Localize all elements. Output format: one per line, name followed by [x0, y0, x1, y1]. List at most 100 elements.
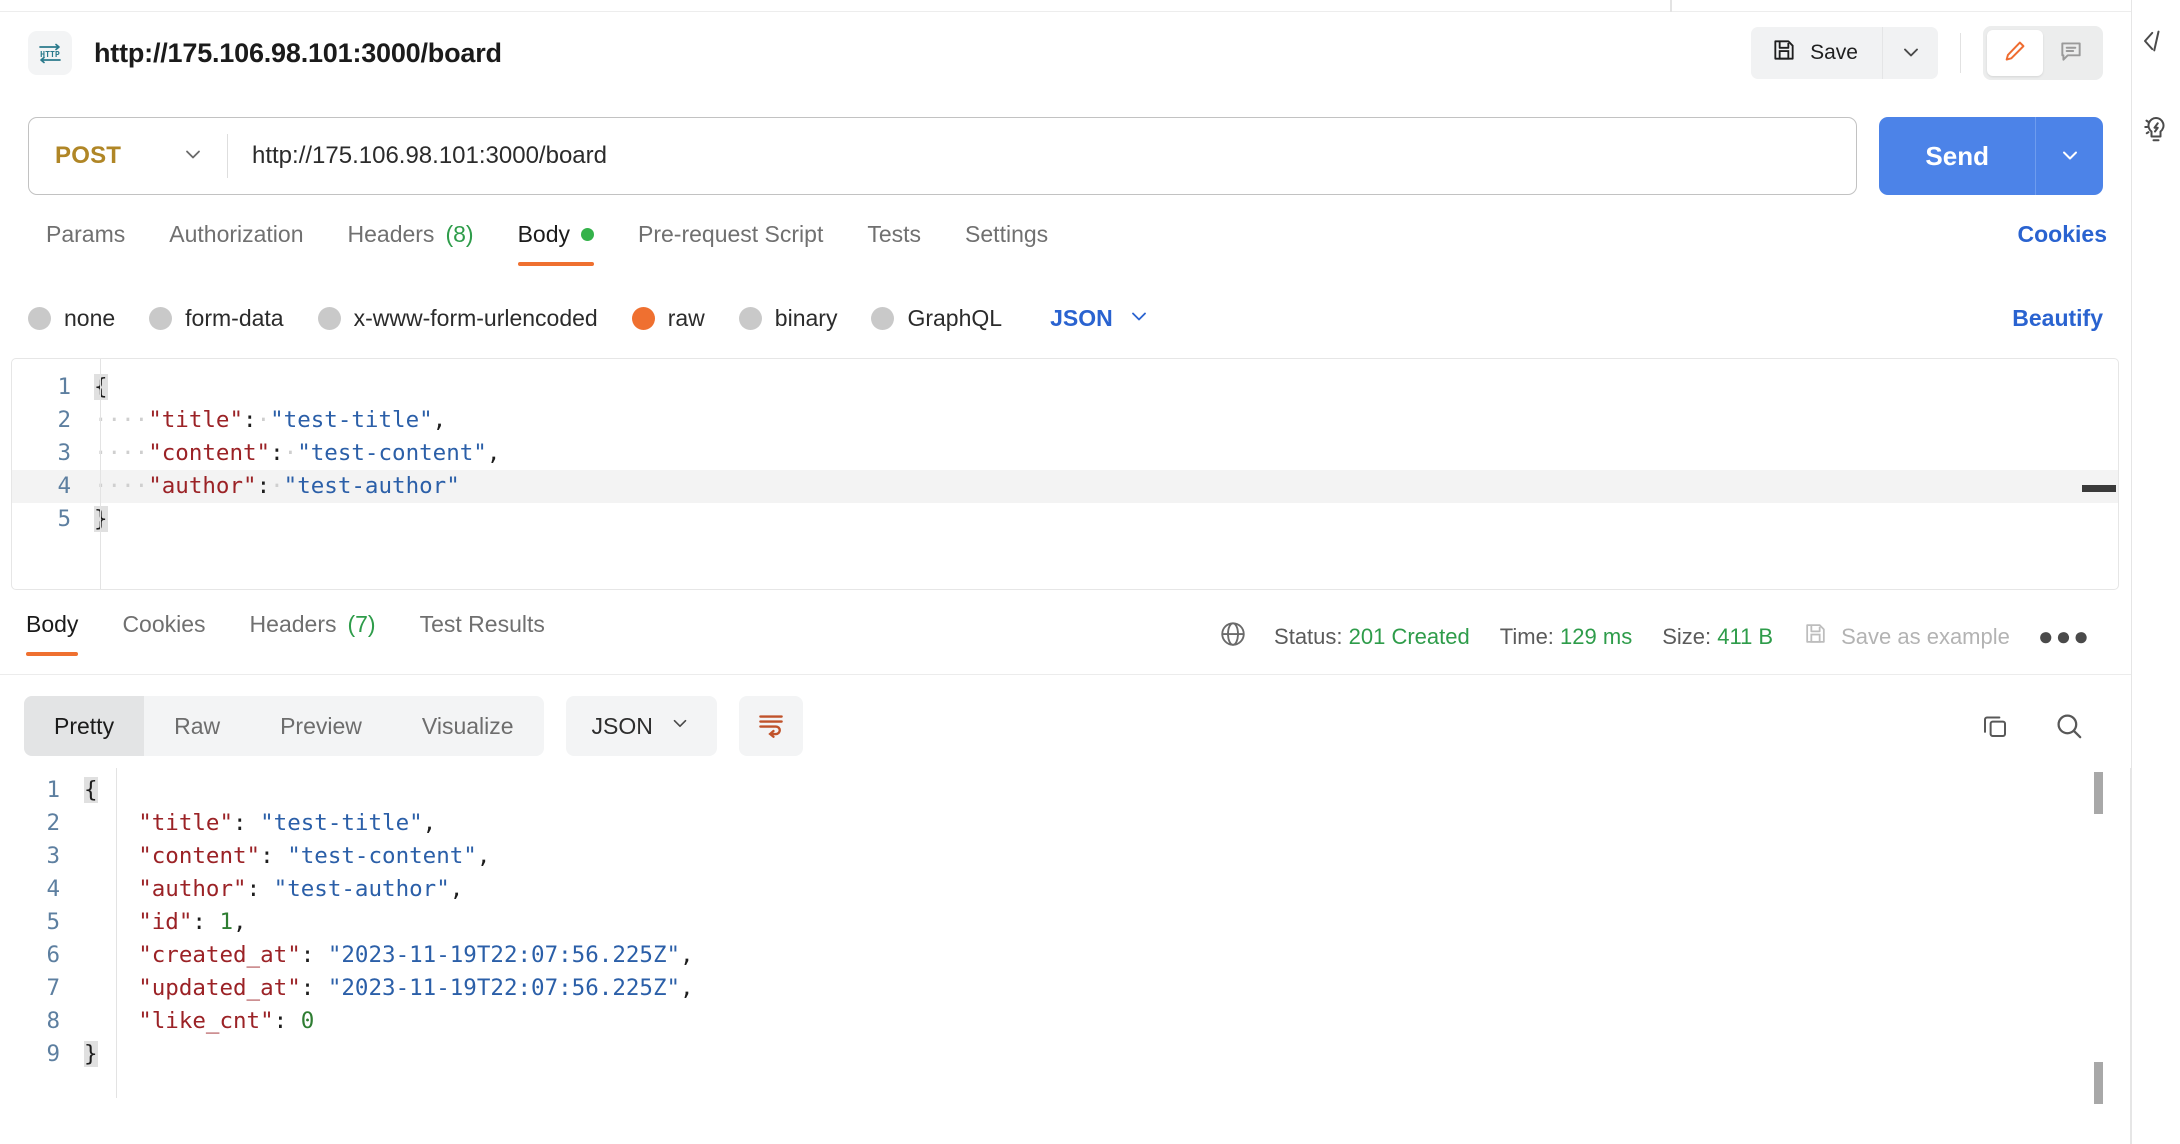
send-button[interactable]: Send — [1879, 117, 2035, 195]
beautify-link[interactable]: Beautify — [2012, 305, 2103, 332]
copy-icon[interactable] — [1969, 700, 2021, 752]
tab-pre-request-script[interactable]: Pre-request Script — [616, 215, 845, 266]
http-protocol-icon: HTTP — [28, 31, 72, 75]
response-tab-test-results[interactable]: Test Results — [398, 605, 567, 656]
tab-body[interactable]: Body — [496, 215, 616, 266]
tab-tests[interactable]: Tests — [845, 215, 943, 266]
code-token: 1 — [219, 909, 234, 935]
line-number: 5 — [57, 506, 71, 532]
response-view-pretty[interactable]: Pretty — [24, 696, 145, 756]
response-body-line: 2 "title": "test-title", — [0, 807, 2131, 840]
line-number: 4 — [46, 876, 60, 902]
edit-mode-button[interactable] — [1987, 30, 2043, 76]
code-token: 0 — [300, 1008, 315, 1034]
floppy-disk-icon — [1803, 621, 1828, 652]
code-token: "author" — [148, 473, 257, 499]
code-token: · — [283, 440, 298, 466]
body-type-graphql[interactable]: GraphQL — [871, 305, 1002, 332]
tab-params[interactable]: Params — [24, 215, 147, 266]
request-body-line: 2 ····"title":·"test-title", — [12, 404, 2118, 437]
right-sidebar — [2131, 0, 2180, 1144]
tab-label: Settings — [965, 221, 1049, 247]
view-mode-toggle — [1983, 26, 2103, 80]
code-token: ···· — [94, 440, 149, 466]
tab-label: Body — [26, 611, 79, 637]
code-token: "test-author" — [283, 473, 460, 499]
body-type-raw[interactable]: raw — [631, 305, 705, 332]
request-tabs: Params Authorization Headers (8) Body Pr… — [0, 215, 2131, 277]
response-tab-cookies[interactable]: Cookies — [100, 605, 227, 656]
code-text: "title": "test-title", — [84, 807, 2131, 840]
http-method-label: POST — [55, 142, 122, 169]
request-body-editor[interactable]: 1{2····"title":·"test-title",3····"conte… — [11, 358, 2119, 590]
code-token: ···· — [94, 407, 149, 433]
page-title: http://175.106.98.101:3000/board — [94, 37, 502, 68]
more-horizontal-icon[interactable]: ●●● — [2038, 621, 2091, 652]
save-button[interactable]: Save — [1751, 27, 1882, 79]
body-format-select[interactable]: JSON — [1050, 304, 1151, 333]
body-type-none[interactable]: none — [28, 305, 115, 332]
word-wrap-button[interactable] — [738, 696, 803, 756]
body-type-form-data[interactable]: form-data — [149, 304, 284, 332]
code-token: : — [246, 876, 274, 902]
tab-label: Test Results — [419, 611, 545, 637]
response-view-raw[interactable]: Raw — [144, 696, 250, 756]
response-scrollbar-thumb-secondary[interactable] — [2094, 1062, 2103, 1104]
code-token: , — [449, 876, 464, 902]
url-input[interactable] — [228, 118, 1857, 194]
code-token: "title" — [138, 810, 234, 836]
body-type-row: none form-data x-www-form-urlencoded raw… — [0, 288, 2131, 348]
save-as-example-button[interactable]: Save as example — [1803, 621, 2010, 652]
response-tab-body[interactable]: Body — [4, 605, 100, 656]
tab-label: Pre-request Script — [638, 221, 824, 247]
search-icon[interactable] — [2043, 700, 2095, 752]
tab-authorization[interactable]: Authorization — [147, 215, 325, 266]
tab-count: (7) — [347, 611, 376, 637]
response-format-select[interactable]: JSON — [565, 696, 717, 756]
code-token: "test-content" — [287, 843, 477, 869]
save-button-label: Save — [1810, 41, 1858, 64]
cookies-link[interactable]: Cookies — [2018, 215, 2107, 248]
postman-window: HTTP http://175.106.98.101:3000/board Sa… — [0, 0, 2180, 1144]
request-body-code[interactable]: 1{2····"title":·"test-title",3····"conte… — [12, 359, 2118, 536]
body-type-x-www-form-urlencoded[interactable]: x-www-form-urlencoded — [317, 305, 598, 332]
line-number: 2 — [57, 407, 71, 433]
code-icon[interactable] — [2141, 26, 2171, 56]
code-token: , — [233, 909, 247, 935]
chevron-down-icon — [181, 142, 205, 171]
tab-headers[interactable]: Headers (8) — [326, 215, 496, 266]
globe-icon — [1218, 619, 1248, 654]
response-view-visualize[interactable]: Visualize — [392, 696, 544, 756]
response-body-line: 3 "content": "test-content", — [0, 840, 2131, 873]
comment-mode-button[interactable] — [2043, 30, 2099, 76]
chevron-down-icon — [1899, 40, 1923, 67]
response-tab-headers[interactable]: Headers (7) — [228, 605, 398, 656]
response-right-border — [2130, 768, 2131, 1144]
code-token: , — [680, 942, 694, 968]
lightbulb-icon[interactable] — [2141, 114, 2171, 144]
gutter-divider — [116, 768, 117, 1098]
comment-icon — [2058, 38, 2084, 69]
status-value: 201 Created — [1348, 623, 1470, 649]
tab-count: (8) — [445, 221, 474, 247]
radio-label: form-data — [185, 304, 284, 331]
save-options-button[interactable] — [1882, 27, 1938, 79]
response-body-viewer[interactable]: 1{2 "title": "test-title", 3 "content": "… — [0, 768, 2131, 1144]
http-method-select[interactable]: POST — [29, 118, 227, 194]
line-number: 3 — [57, 440, 71, 466]
response-view-preview[interactable]: Preview — [250, 696, 392, 756]
response-toolbar: Pretty Raw Preview Visualize JSON — [0, 690, 2131, 762]
request-editor-scrollbar[interactable] — [2082, 485, 2116, 492]
response-scrollbar-thumb[interactable] — [2094, 772, 2103, 814]
tab-settings[interactable]: Settings — [943, 215, 1070, 266]
send-options-button[interactable] — [2035, 117, 2103, 195]
code-token: "like_cnt" — [138, 1008, 274, 1034]
response-body-line: 7 "updated_at": "2023-11-19T22:07:56.225… — [0, 972, 2131, 1005]
tab-label: Body — [517, 221, 570, 247]
body-type-binary[interactable]: binary — [738, 304, 838, 332]
response-format-label: JSON — [591, 712, 653, 739]
radio-label: binary — [774, 304, 838, 331]
